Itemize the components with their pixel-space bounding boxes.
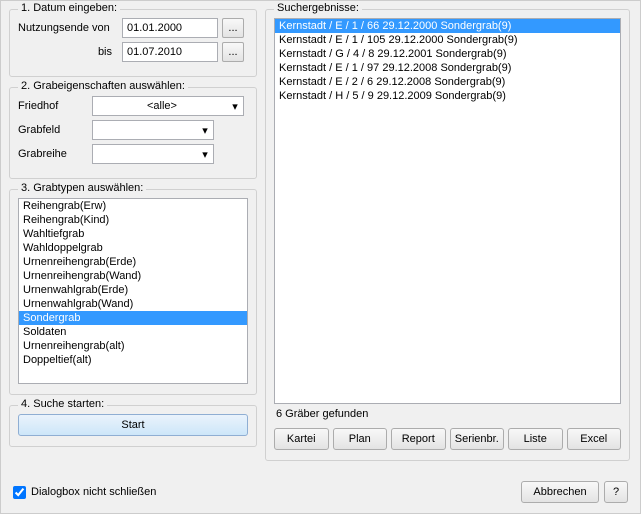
excel-button[interactable]: Excel xyxy=(567,428,622,450)
date-from-browse-button[interactable]: ... xyxy=(222,18,244,38)
section-suche: 4. Suche starten: Start xyxy=(9,405,257,447)
list-item[interactable]: Kernstadt / E / 1 / 97 29.12.2008 Sonder… xyxy=(275,61,620,75)
list-item[interactable]: Wahldoppelgrab xyxy=(19,241,247,255)
grabreihe-label: Grabreihe xyxy=(18,148,88,160)
section-grabtypen: 3. Grabtypen auswählen: Reihengrab(Erw)R… xyxy=(9,189,257,395)
date-from-input[interactable] xyxy=(122,18,218,38)
list-item[interactable]: Kernstadt / E / 2 / 6 29.12.2008 Sonderg… xyxy=(275,75,620,89)
section1-title: 1. Datum eingeben: xyxy=(18,2,120,14)
section-results: Suchergebnisse: Kernstadt / E / 1 / 66 2… xyxy=(265,9,630,461)
list-item[interactable]: Doppeltief(alt) xyxy=(19,353,247,367)
grabfeld-select[interactable] xyxy=(92,120,214,140)
list-item[interactable]: Kernstadt / E / 1 / 66 29.12.2000 Sonder… xyxy=(275,19,620,33)
help-button[interactable]: ? xyxy=(604,481,628,503)
list-item[interactable]: Soldaten xyxy=(19,325,247,339)
friedhof-label: Friedhof xyxy=(18,100,88,112)
results-listbox[interactable]: Kernstadt / E / 1 / 66 29.12.2000 Sonder… xyxy=(274,18,621,404)
abbrechen-button[interactable]: Abbrechen xyxy=(521,481,599,503)
list-item[interactable]: Urnenwahlgrab(Erde) xyxy=(19,283,247,297)
list-item[interactable]: Reihengrab(Kind) xyxy=(19,213,247,227)
section-eigenschaften: 2. Grabeigenschaften auswählen: Friedhof… xyxy=(9,87,257,179)
date-to-browse-button[interactable]: ... xyxy=(222,42,244,62)
serienbr-button[interactable]: Serienbr. xyxy=(450,428,505,450)
list-item[interactable]: Kernstadt / H / 5 / 9 29.12.2009 Sonderg… xyxy=(275,89,620,103)
results-count: 6 Gräber gefunden xyxy=(276,408,621,420)
list-item[interactable]: Kernstadt / E / 1 / 105 29.12.2000 Sonde… xyxy=(275,33,620,47)
date-to-input[interactable] xyxy=(122,42,218,62)
section-datum: 1. Datum eingeben: Nutzungsende von ... … xyxy=(9,9,257,77)
keep-open-checkbox[interactable] xyxy=(13,486,26,499)
section3-title: 3. Grabtypen auswählen: xyxy=(18,182,146,194)
list-item[interactable]: Reihengrab(Erw) xyxy=(19,199,247,213)
list-item[interactable]: Urnenreihengrab(Wand) xyxy=(19,269,247,283)
section4-title: 4. Suche starten: xyxy=(18,398,107,410)
keep-open-label[interactable]: Dialogbox nicht schließen xyxy=(31,486,156,498)
from-label: Nutzungsende von xyxy=(18,22,118,34)
footer: Dialogbox nicht schließen Abbrechen ? xyxy=(13,481,628,503)
list-item[interactable]: Sondergrab xyxy=(19,311,247,325)
results-title: Suchergebnisse: xyxy=(274,2,362,14)
kartei-button[interactable]: Kartei xyxy=(274,428,329,450)
list-item[interactable]: Kernstadt / G / 4 / 8 29.12.2001 Sonderg… xyxy=(275,47,620,61)
start-button[interactable]: Start xyxy=(18,414,248,436)
list-item[interactable]: Wahltiefgrab xyxy=(19,227,247,241)
friedhof-select[interactable] xyxy=(92,96,244,116)
list-item[interactable]: Urnenwahlgrab(Wand) xyxy=(19,297,247,311)
report-button[interactable]: Report xyxy=(391,428,446,450)
list-item[interactable]: Urnenreihengrab(Erde) xyxy=(19,255,247,269)
plan-button[interactable]: Plan xyxy=(333,428,388,450)
section2-title: 2. Grabeigenschaften auswählen: xyxy=(18,80,188,92)
list-item[interactable]: Urnenreihengrab(alt) xyxy=(19,339,247,353)
action-button-row: Kartei Plan Report Serienbr. Liste Excel xyxy=(274,428,621,450)
grabreihe-select[interactable] xyxy=(92,144,214,164)
grabtypen-listbox[interactable]: Reihengrab(Erw)Reihengrab(Kind)Wahltiefg… xyxy=(18,198,248,384)
liste-button[interactable]: Liste xyxy=(508,428,563,450)
grabfeld-label: Grabfeld xyxy=(18,124,88,136)
to-label: bis xyxy=(18,46,118,58)
